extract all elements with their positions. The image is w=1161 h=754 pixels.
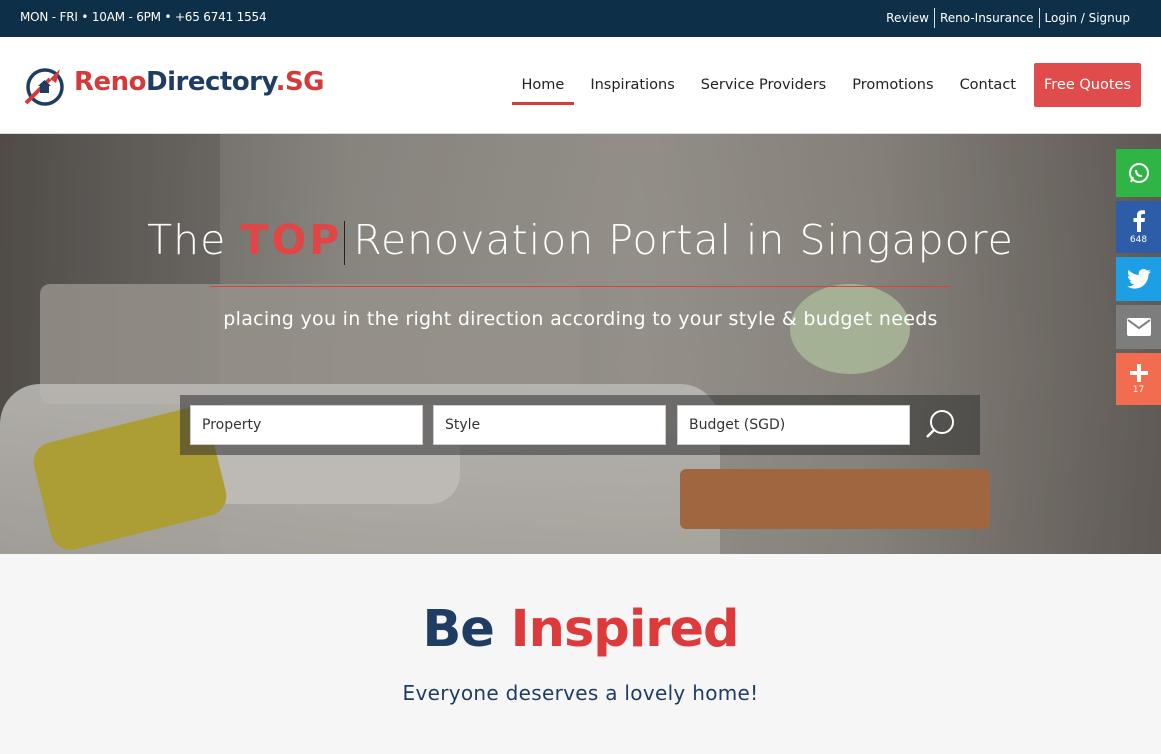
business-hours: MON - FRI • 10AM - 6PM • +65 6741 1554 <box>20 10 267 24</box>
review-link[interactable]: Review <box>881 8 934 28</box>
plus-icon <box>1129 363 1148 382</box>
nav-promotions[interactable]: Promotions <box>852 63 933 107</box>
property-select[interactable]: Property <box>190 405 423 445</box>
twitter-icon <box>1126 269 1151 289</box>
email-share-button[interactable] <box>1116 305 1161 349</box>
facebook-share-button[interactable]: 648 <box>1116 201 1161 253</box>
site-header: RenoDirectory.SG Home Inspirations Servi… <box>0 37 1161 134</box>
hero-title-highlight: TOP <box>240 216 343 264</box>
nav-inspirations[interactable]: Inspirations <box>590 63 674 107</box>
facebook-share-count: 648 <box>1129 234 1148 245</box>
email-icon <box>1126 318 1151 336</box>
main-nav: Home Inspirations Service Providers Prom… <box>509 63 1141 107</box>
logo-compass-icon <box>24 68 64 106</box>
more-share-button[interactable]: 17 <box>1116 353 1161 405</box>
divider <box>933 8 935 28</box>
reno-insurance-link[interactable]: Reno-Insurance <box>935 8 1039 28</box>
nav-service-providers[interactable]: Service Providers <box>701 63 826 107</box>
top-info-bar: MON - FRI • 10AM - 6PM • +65 6741 1554 R… <box>0 0 1161 37</box>
social-share-sidebar: 648 17 <box>1116 149 1161 409</box>
search-bar: Property Style Budget (SGD) <box>180 395 980 455</box>
logo-text: RenoDirectory.SG <box>74 67 325 97</box>
nav-contact[interactable]: Contact <box>960 63 1016 107</box>
twitter-share-button[interactable] <box>1116 257 1161 301</box>
top-links: Review Reno-Insurance Login / Signup <box>881 8 1135 28</box>
hero-title: The TOP Renovation Portal in Singapore <box>147 216 1014 265</box>
title-divider <box>210 286 950 287</box>
login-signup-link[interactable]: Login / Signup <box>1040 8 1135 28</box>
free-quotes-button[interactable]: Free Quotes <box>1033 63 1141 107</box>
section-heading: Be Inspired <box>422 600 739 659</box>
section-tagline: Everyone deserves a lovely home! <box>402 681 759 705</box>
whatsapp-share-button[interactable] <box>1116 149 1161 197</box>
hero-subtitle: placing you in the right direction accor… <box>223 308 938 330</box>
hero-banner: The TOP Renovation Portal in Singapore pl… <box>0 134 1161 554</box>
budget-select[interactable]: Budget (SGD) <box>677 405 910 445</box>
whatsapp-icon <box>1128 163 1149 183</box>
nav-home[interactable]: Home <box>511 63 575 107</box>
style-select[interactable]: Style <box>433 405 666 445</box>
facebook-icon <box>1133 209 1145 232</box>
share-count: 17 <box>1132 384 1145 395</box>
search-icon[interactable] <box>920 407 960 443</box>
site-logo[interactable]: RenoDirectory.SG <box>20 61 325 111</box>
divider <box>1038 8 1040 28</box>
typing-cursor <box>344 221 346 265</box>
